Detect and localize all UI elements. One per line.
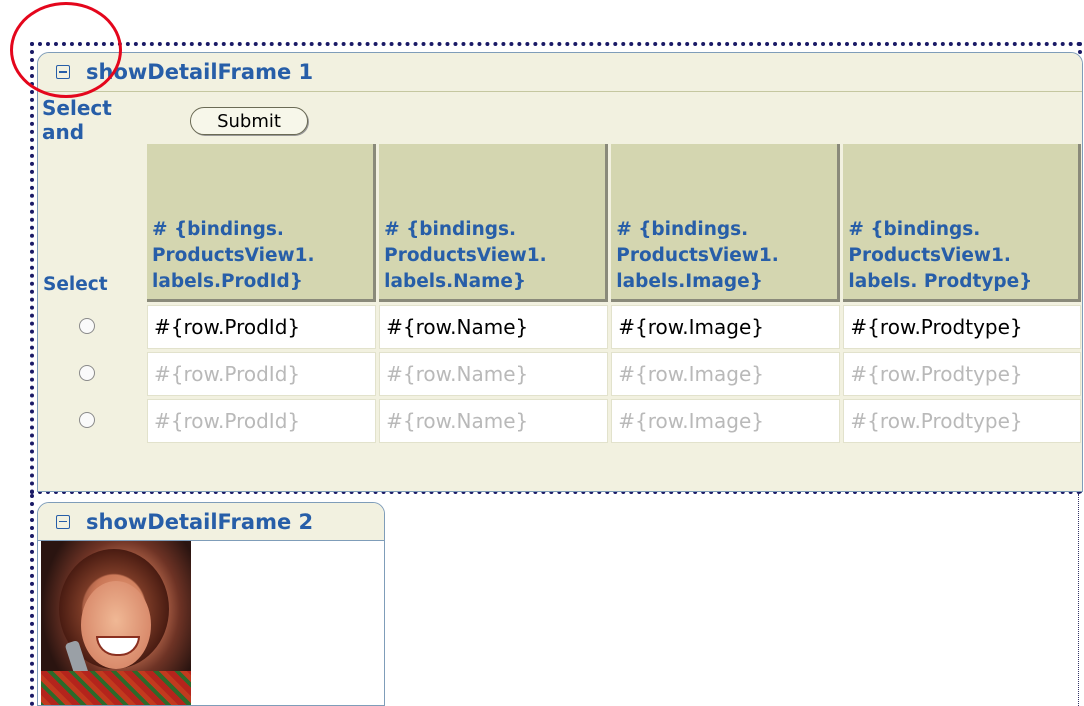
- cell-prodtype: #{row.Prodtype}: [843, 399, 1081, 443]
- column-header-prodtype[interactable]: # {bindings. ProductsView1. labels. Prod…: [843, 144, 1081, 302]
- select-and-label: Select and: [42, 96, 112, 144]
- products-table: Select # {bindings. ProductsView1. label…: [38, 141, 1082, 446]
- cell-image: #{row.Image}: [611, 399, 841, 443]
- table-row: #{row.ProdId} #{row.Name} #{row.Image} #…: [41, 352, 1081, 396]
- annotation-circle: [10, 2, 122, 98]
- cell-prodid: #{row.ProdId}: [147, 352, 377, 396]
- cell-name: #{row.Name}: [379, 352, 609, 396]
- cell-prodtype: #{row.Prodtype}: [843, 352, 1081, 396]
- cell-prodtype: #{row.Prodtype}: [843, 305, 1081, 349]
- show-detail-frame-2: showDetailFrame 2: [37, 502, 385, 706]
- cell-image: #{row.Image}: [611, 352, 841, 396]
- table-header-row: Select # {bindings. ProductsView1. label…: [41, 144, 1081, 302]
- frame2-title: showDetailFrame 2: [86, 509, 314, 534]
- frame1-header: showDetailFrame 1: [38, 53, 1082, 92]
- radio-icon[interactable]: [78, 318, 95, 334]
- table-toolbar: Select and Submit: [38, 92, 1082, 144]
- radio-icon[interactable]: [78, 412, 95, 428]
- select-column-header: Select: [41, 144, 144, 302]
- collapse-toggle-icon[interactable]: [56, 514, 70, 529]
- frame1-title: showDetailFrame 1: [86, 60, 314, 84]
- column-header-prodid[interactable]: # {bindings. ProductsView1. labels.ProdI…: [147, 144, 377, 302]
- show-detail-frame-1: showDetailFrame 1 Select and Submit Sele…: [37, 52, 1083, 492]
- frame2-selection-outline-right: [1078, 494, 1079, 706]
- radio-icon[interactable]: [78, 365, 95, 381]
- row-select-cell: [41, 305, 144, 349]
- product-image: [41, 541, 191, 705]
- cell-prodid: #{row.ProdId}: [147, 399, 377, 443]
- frame2-header: showDetailFrame 2: [38, 503, 384, 541]
- row-select-cell: [41, 399, 144, 443]
- cell-name: #{row.Name}: [379, 399, 609, 443]
- submit-button[interactable]: Submit: [190, 107, 308, 135]
- frame2-selection-outline-left: [30, 494, 34, 706]
- cell-name: #{row.Name}: [379, 305, 609, 349]
- photo-shirt: [41, 671, 191, 705]
- column-header-name[interactable]: # {bindings. ProductsView1. labels.Name}: [379, 144, 609, 302]
- cell-prodid: #{row.ProdId}: [147, 305, 377, 349]
- column-header-image[interactable]: # {bindings. ProductsView1. labels.Image…: [611, 144, 841, 302]
- table-row: #{row.ProdId} #{row.Name} #{row.Image} #…: [41, 305, 1081, 349]
- cell-image: #{row.Image}: [611, 305, 841, 349]
- row-select-cell: [41, 352, 144, 396]
- table-row: #{row.ProdId} #{row.Name} #{row.Image} #…: [41, 399, 1081, 443]
